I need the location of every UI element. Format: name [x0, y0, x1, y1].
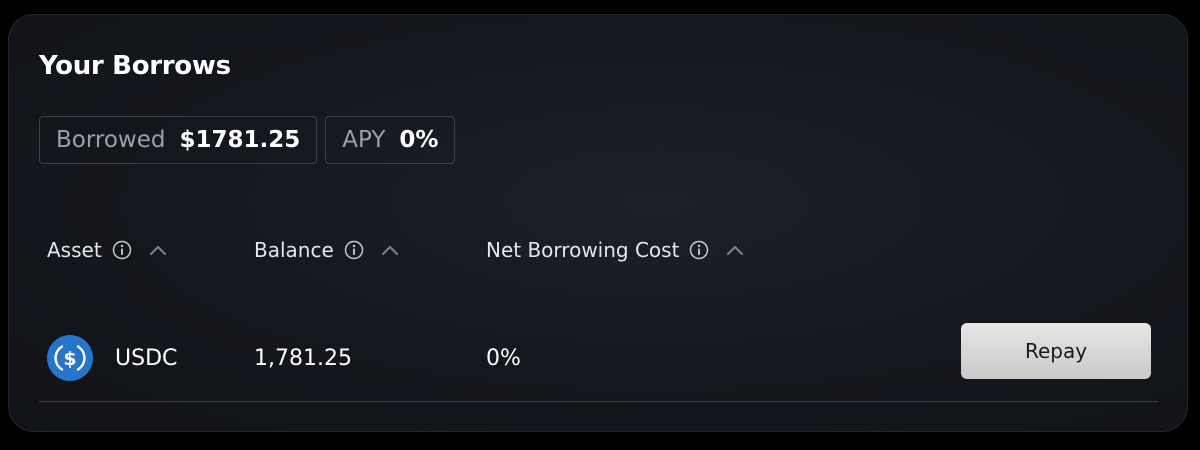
borrowed-label: Borrowed [56, 127, 166, 153]
balance-cell: 1,781.25 [254, 345, 352, 371]
asset-name: USDC [115, 345, 178, 371]
chevron-up-icon[interactable] [380, 243, 400, 257]
net-borrowing-cost-cell: 0% [486, 345, 521, 371]
table-row: $ USDC 1,781.25 0% Repay [39, 315, 1159, 402]
column-header-label: Net Borrowing Cost [486, 238, 680, 262]
apy-value: 0% [399, 127, 439, 153]
chevron-up-icon[interactable] [725, 243, 745, 257]
column-header-balance[interactable]: Balance [254, 235, 400, 265]
info-icon[interactable] [344, 240, 364, 260]
borrows-panel: Your Borrows Borrowed $1781.25 APY 0% As… [8, 14, 1188, 432]
asset-cell: $ USDC [47, 335, 178, 381]
svg-text:$: $ [63, 348, 76, 370]
borrowed-value: $1781.25 [179, 127, 301, 153]
summary-chips: Borrowed $1781.25 APY 0% [39, 116, 456, 164]
column-header-asset[interactable]: Asset [47, 235, 168, 265]
apy-chip: APY 0% [325, 116, 456, 164]
borrowed-chip: Borrowed $1781.25 [39, 116, 318, 164]
panel-title: Your Borrows [39, 51, 231, 81]
column-header-label: Balance [254, 238, 334, 262]
usdc-icon: $ [47, 335, 93, 381]
chevron-up-icon[interactable] [148, 243, 168, 257]
column-header-label: Asset [47, 238, 102, 262]
table-header: Asset Balance Net Borrowing Cost [9, 235, 1187, 265]
info-icon[interactable] [689, 240, 709, 260]
info-icon[interactable] [112, 240, 132, 260]
apy-label: APY [342, 127, 386, 153]
column-header-net-borrowing-cost[interactable]: Net Borrowing Cost [486, 235, 745, 265]
repay-button[interactable]: Repay [961, 323, 1151, 379]
